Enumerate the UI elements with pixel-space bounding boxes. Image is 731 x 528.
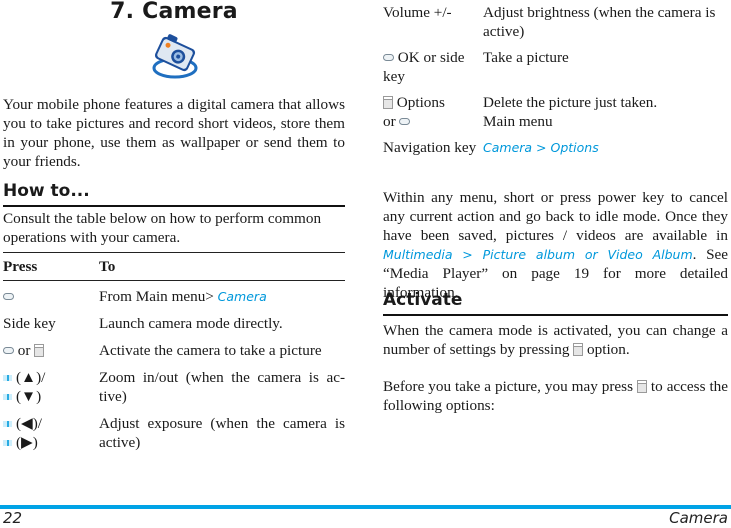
table-row: (▲)/ (▼) Zoom in/out (when the camera is… xyxy=(3,368,345,406)
table-header: Press To xyxy=(3,253,345,281)
to-cell: Zoom in/out (when the camera is ac-tive) xyxy=(99,369,345,405)
table-row: or Activate the camera to take a picture xyxy=(3,341,345,360)
press-cell: OK or side key xyxy=(383,49,465,85)
navigation-key-icon xyxy=(3,440,12,446)
page-number: 22 xyxy=(3,509,23,527)
press-table-continued: Volume +/- Adjust brightness (when the c… xyxy=(383,0,728,164)
press-table: Press To From Main menu> Camera Side key… xyxy=(3,252,345,452)
activate-paragraph-2: Before you take a picture, you may press… xyxy=(383,378,728,414)
press-cell: Volume +/- xyxy=(383,4,452,21)
press-cell xyxy=(3,287,99,306)
activate-paragraph-1: When the camera mode is activated, you c… xyxy=(383,322,728,358)
navigation-key-icon xyxy=(3,421,12,427)
navigation-key-icon xyxy=(3,375,12,381)
press-cell: Navigation key xyxy=(383,139,477,156)
press-cell: (▲)/ (▼) xyxy=(3,368,99,406)
press-cell: Side key xyxy=(3,315,56,332)
activate-heading: Activate xyxy=(383,289,728,316)
to-cell: Adjust exposure (when the camera is acti… xyxy=(99,415,345,451)
to-cell: From Main menu> Camera xyxy=(99,288,267,305)
table-row: Options or Delete the picture just taken… xyxy=(383,93,728,131)
table-row: Side key Launch camera mode directly. xyxy=(3,314,345,333)
to-cell: Launch camera mode directly. xyxy=(99,315,283,332)
to-cell: Adjust brightness (when the camera is ac… xyxy=(483,4,716,40)
table-row: (◀)/ (▶) Adjust exposure (when the camer… xyxy=(3,414,345,452)
press-cell: (◀)/ (▶) xyxy=(3,414,99,452)
ok-key-icon xyxy=(399,118,411,125)
to-cell: Activate the camera to take a picture xyxy=(99,342,322,359)
softkey-icon xyxy=(34,344,45,357)
footer-divider xyxy=(0,505,731,509)
camera-icon xyxy=(151,30,199,82)
howto-heading: How to... xyxy=(3,180,345,207)
footer-chapter-name: Camera xyxy=(669,509,728,527)
chapter-title: 7. Camera xyxy=(110,0,238,24)
table-row: OK or side key Take a picture xyxy=(383,48,728,86)
to-cell: Take a picture xyxy=(483,49,569,66)
ok-key-icon xyxy=(3,293,14,300)
ok-key-icon xyxy=(3,347,14,354)
header-press: Press xyxy=(3,258,38,275)
to-cell: Camera > Options xyxy=(483,138,728,157)
table-row: Navigation key Camera > Options xyxy=(383,138,728,157)
camera-link[interactable]: Camera xyxy=(218,289,267,304)
within-paragraph: Within any menu, short or press power ke… xyxy=(383,189,728,301)
softkey-icon xyxy=(636,380,647,393)
softkey-icon xyxy=(383,96,393,109)
intro-paragraph: Your mobile phone features a digital cam… xyxy=(3,96,345,170)
camera-options-link[interactable]: Camera > Options xyxy=(483,140,599,155)
softkey-icon xyxy=(573,343,584,356)
press-cell: or xyxy=(3,341,99,360)
table-row: Volume +/- Adjust brightness (when the c… xyxy=(383,3,728,41)
press-cell: Options or xyxy=(383,94,445,130)
howto-text: Consult the table below on how to perfor… xyxy=(3,210,322,246)
to-cell: Delete the picture just taken. Main menu xyxy=(483,94,658,130)
navigation-key-icon xyxy=(3,394,12,400)
header-to: To xyxy=(99,258,116,275)
multimedia-album-link[interactable]: Multimedia > Picture album or Video Albu… xyxy=(383,247,693,262)
ok-key-icon xyxy=(383,54,394,61)
table-row: From Main menu> Camera xyxy=(3,287,345,306)
